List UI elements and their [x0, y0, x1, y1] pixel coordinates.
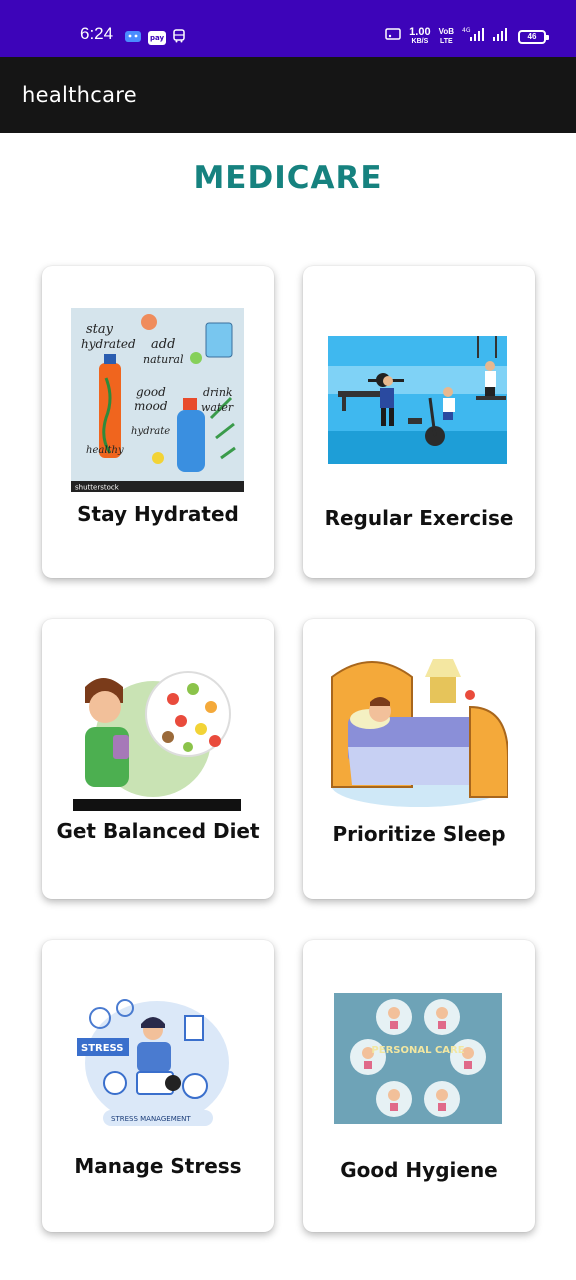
card-manage-stress[interactable]: STRESS STRESS MANAGEMENT Manage Stress [42, 940, 274, 1232]
card-label-manage-stress: Manage Stress [74, 1154, 242, 1178]
manage-stress-image: STRESS STRESS MANAGEMENT [75, 978, 240, 1144]
system-icons: 1.00 KB/S VoB LTE 4G 46 [385, 25, 549, 47]
card-prioritize-sleep[interactable]: Prioritize Sleep [303, 619, 535, 899]
card-label-balanced-diet: Get Balanced Diet [56, 819, 260, 843]
svg-text:drink: drink [203, 386, 233, 399]
prioritize-sleep-image [330, 647, 508, 807]
svg-text:mood: mood [134, 399, 168, 413]
card-stay-hydrated[interactable]: stay hydrated add natural good mood drin… [42, 266, 274, 578]
hygiene-image-caption: PERSONAL CARE [371, 1045, 464, 1056]
battery-icon: 46 [518, 29, 549, 44]
balanced-diet-image [73, 659, 241, 811]
signal-icon [492, 26, 510, 47]
network-speed: 1.00 KB/S [409, 25, 431, 45]
svg-text:hydrate: hydrate [131, 426, 170, 437]
svg-text:natural: natural [143, 353, 184, 366]
svg-text:healthy: healthy [86, 445, 124, 456]
hydrated-image-caption: shutterstock [75, 484, 120, 492]
card-label-stay-hydrated: Stay Hydrated [77, 502, 239, 526]
regular-exercise-image [328, 336, 507, 464]
card-label-regular-exercise: Regular Exercise [324, 506, 514, 530]
notification-icons: pay [124, 28, 186, 47]
svg-text:add: add [151, 337, 175, 352]
card-good-hygiene[interactable]: PERSONAL CARE Good Hygiene [303, 940, 535, 1232]
volte-indicator: VoB LTE [438, 27, 454, 45]
bus-icon [172, 28, 186, 47]
app-bar: healthcare [0, 57, 576, 133]
card-regular-exercise[interactable]: Regular Exercise [303, 266, 535, 578]
stress-image-caption: STRESS MANAGEMENT [111, 1115, 191, 1123]
card-label-prioritize-sleep: Prioritize Sleep [332, 822, 506, 846]
stay-hydrated-image: stay hydrated add natural good mood drin… [71, 308, 244, 492]
card-balanced-diet[interactable]: Get Balanced Diet [42, 619, 274, 899]
svg-text:stay: stay [86, 322, 114, 337]
page-title: MEDICARE [193, 160, 383, 196]
svg-text:4G: 4G [462, 27, 471, 34]
cast-icon [385, 27, 401, 46]
svg-text:good: good [136, 385, 166, 399]
cloud-icon [124, 28, 142, 47]
signal-4g-icon: 4G [462, 26, 484, 47]
stress-badge: STRESS [81, 1043, 124, 1054]
app-title: healthcare [22, 83, 137, 107]
good-hygiene-image: PERSONAL CARE [334, 993, 502, 1124]
paytm-icon: pay [148, 30, 167, 45]
svg-text:water: water [201, 401, 234, 414]
status-time: 6:24 [80, 24, 114, 43]
svg-text:hydrated: hydrated [81, 337, 136, 351]
card-label-good-hygiene: Good Hygiene [340, 1158, 498, 1182]
status-bar: 6:24 pay 1.00 KB/S VoB LTE 4G 46 [0, 0, 576, 57]
